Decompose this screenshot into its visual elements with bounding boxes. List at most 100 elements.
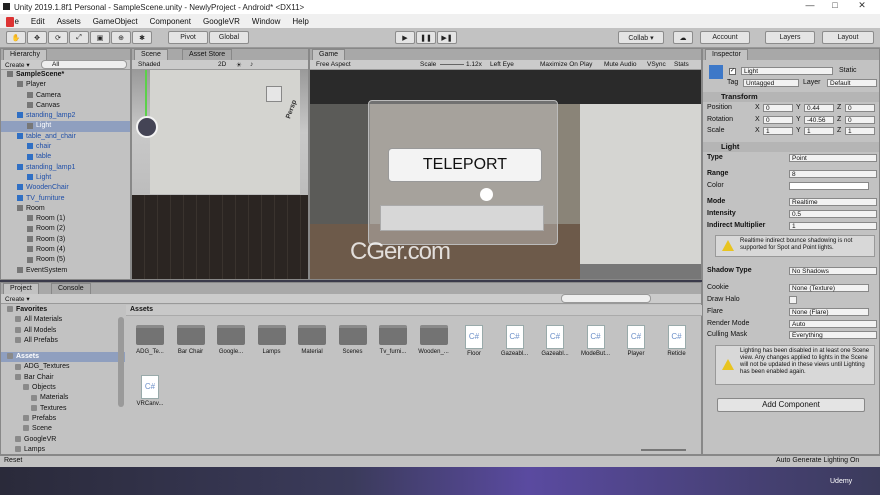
hand-tool-icon[interactable]: ✋ — [6, 31, 26, 44]
favorite-item[interactable]: All Prefabs — [1, 336, 125, 346]
asset-folder[interactable]: Scenes — [335, 325, 371, 355]
close-button[interactable]: ✕ — [852, 0, 872, 11]
scene-viewport[interactable]: Persp — [132, 70, 308, 279]
hierarchy-item[interactable]: table — [1, 152, 130, 162]
favorite-item[interactable]: All Models — [1, 326, 125, 336]
rotation-z[interactable]: 0 — [845, 116, 875, 124]
project-folder-item[interactable]: Bar Chair — [1, 373, 125, 383]
rect-tool-icon[interactable]: ▣ — [90, 31, 110, 44]
project-folder-item[interactable]: ADG_Textures — [1, 362, 125, 372]
scale-z[interactable]: 1 — [845, 127, 875, 135]
menu-window[interactable]: Window — [252, 17, 280, 26]
scene-light-toggle-icon[interactable]: ☀ — [236, 61, 242, 69]
hierarchy-create-button[interactable]: Create ▾ — [5, 61, 30, 69]
project-folder-item[interactable]: Lamps — [1, 445, 125, 455]
tab-asset-store[interactable]: Asset Store — [182, 49, 233, 60]
hierarchy-item[interactable]: SampleScene* — [1, 70, 130, 80]
hierarchy-item[interactable]: Room (1) — [1, 214, 130, 224]
tab-console[interactable]: Console — [51, 283, 91, 294]
hierarchy-item[interactable]: Room (3) — [1, 235, 130, 245]
move-tool-icon[interactable]: ✥ — [27, 31, 47, 44]
hierarchy-item[interactable]: standing_lamp2 — [1, 111, 130, 121]
asset-folder[interactable]: Tv_furni... — [375, 325, 411, 355]
icon-size-slider[interactable] — [641, 449, 686, 451]
shadow-type-dropdown[interactable]: No Shadows — [789, 267, 877, 275]
layers-dropdown[interactable]: Layers — [765, 31, 815, 44]
menu-edit[interactable]: Edit — [31, 17, 45, 26]
asset-script[interactable]: C# Player — [618, 325, 654, 357]
hierarchy-item[interactable]: Room (2) — [1, 224, 130, 234]
active-checkbox[interactable]: ✓ — [729, 68, 736, 75]
asset-folder[interactable]: Lamps — [254, 325, 290, 355]
assets-root-item[interactable]: Assets — [1, 352, 125, 363]
object-name-field[interactable]: Light — [741, 67, 833, 75]
hierarchy-item[interactable]: standing_lamp1 — [1, 163, 130, 173]
hierarchy-item[interactable]: Canvas — [1, 101, 130, 111]
asset-breadcrumb[interactable]: Assets — [130, 306, 153, 313]
asset-script[interactable]: C# Gazeabl... — [497, 325, 533, 357]
vsync-toggle[interactable]: VSync — [647, 61, 666, 68]
scale-tool-icon[interactable]: ⤢ — [69, 31, 89, 44]
hierarchy-item[interactable]: WoodenChair — [1, 183, 130, 193]
teleport-button[interactable]: TELEPORT — [388, 148, 542, 182]
rotation-y[interactable]: -40.56 — [804, 116, 834, 124]
flare-field[interactable]: None (Flare) — [789, 308, 869, 316]
project-folder-item[interactable]: Textures — [1, 404, 125, 414]
asset-script[interactable]: C# Gazeabl... — [537, 325, 573, 357]
tab-game[interactable]: Game — [312, 49, 346, 60]
hierarchy-item[interactable]: chair — [1, 142, 130, 152]
mode-dropdown[interactable]: Realtime — [789, 198, 877, 206]
collab-button[interactable]: Collab ▾ — [618, 31, 664, 44]
scale-slider[interactable] — [440, 64, 464, 65]
hierarchy-item[interactable]: Camera — [1, 91, 130, 101]
rotation-x[interactable]: 0 — [763, 116, 793, 124]
asset-script[interactable]: C# ModeBut... — [578, 325, 614, 357]
indirect-field[interactable]: 1 — [789, 222, 877, 230]
hierarchy-item[interactable]: Room (4) — [1, 245, 130, 255]
pivot-toggle[interactable]: Pivot — [168, 31, 208, 44]
pause-button[interactable]: ❚❚ — [416, 31, 436, 44]
menu-assets[interactable]: Assets — [57, 17, 81, 26]
step-button[interactable]: ▶❚ — [437, 31, 457, 44]
account-dropdown[interactable]: Account — [700, 31, 750, 44]
transform-tool-icon[interactable]: ⊕ — [111, 31, 131, 44]
hierarchy-item[interactable]: EventSystem — [1, 266, 130, 276]
project-folder-item[interactable]: Prefabs — [1, 414, 125, 424]
hierarchy-item[interactable]: Room (5) — [1, 255, 130, 265]
position-x[interactable]: 0 — [763, 104, 793, 112]
menu-component[interactable]: Component — [150, 17, 191, 26]
type-dropdown[interactable]: Point — [789, 154, 877, 162]
menu-help[interactable]: Help — [292, 17, 308, 26]
range-field[interactable]: 8 — [789, 170, 877, 178]
global-toggle[interactable]: Global — [209, 31, 249, 44]
favorites-item[interactable]: Favorites — [1, 305, 125, 315]
scale-y[interactable]: 1 — [804, 127, 834, 135]
scale-x[interactable]: 1 — [763, 127, 793, 135]
project-create-button[interactable]: Create ▾ — [5, 295, 30, 303]
asset-script[interactable]: C# Reticle — [659, 325, 695, 357]
color-swatch[interactable] — [789, 182, 869, 190]
maximize-button[interactable]: □ — [825, 0, 845, 10]
asset-folder[interactable]: ADG_Te... — [132, 325, 168, 355]
add-component-button[interactable]: Add Component — [717, 398, 865, 412]
tag-dropdown[interactable]: Untagged — [743, 79, 799, 87]
transform-header[interactable]: Transform — [703, 92, 879, 102]
game-viewport[interactable]: TELEPORT CGer.com — [310, 70, 701, 279]
cloud-icon[interactable]: ☁ — [673, 31, 693, 44]
static-checkbox[interactable]: Static — [839, 66, 857, 76]
project-folder-item[interactable]: GoogleVR — [1, 435, 125, 445]
menu-gameobject[interactable]: GameObject — [93, 17, 138, 26]
eye-dropdown[interactable]: Left Eye — [490, 61, 514, 68]
stats-toggle[interactable]: Stats — [674, 61, 689, 68]
culling-mask-dropdown[interactable]: Everything — [789, 331, 877, 339]
light-header[interactable]: Light — [703, 142, 879, 152]
maximize-on-play-toggle[interactable]: Maximize On Play — [540, 61, 592, 68]
asset-folder[interactable]: Material — [294, 325, 330, 355]
cookie-field[interactable]: None (Texture) — [789, 284, 869, 292]
layer-dropdown[interactable]: Default — [827, 79, 877, 87]
hierarchy-item[interactable]: table_and_chair — [1, 132, 130, 142]
position-y[interactable]: 0.44 — [804, 104, 834, 112]
tab-scene[interactable]: Scene — [134, 49, 168, 60]
shading-dropdown[interactable]: Shaded — [138, 61, 160, 68]
project-folder-item[interactable]: Materials — [1, 393, 125, 403]
